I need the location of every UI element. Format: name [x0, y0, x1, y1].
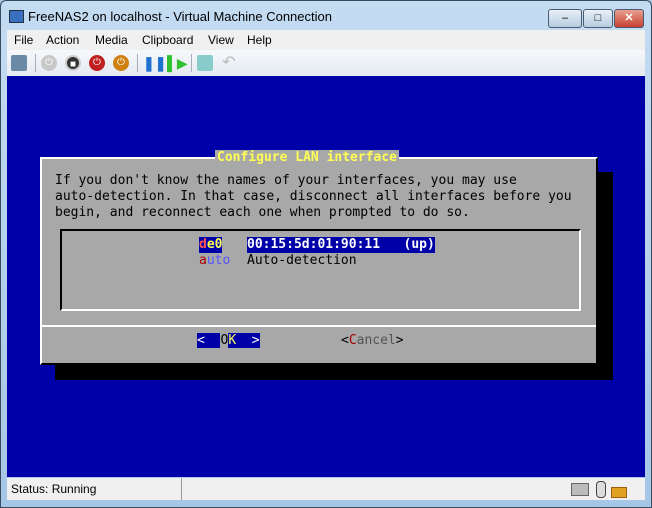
cancel-bracket: > [395, 333, 404, 348]
toolbar: ⏻ ■ ⏻ ⏻ ❚❚ ▌▶ ↶ [7, 50, 645, 76]
start-icon[interactable]: ⏻ [41, 55, 57, 71]
ctrl-alt-del-icon[interactable] [11, 55, 27, 71]
item-hotkey: a [199, 253, 207, 268]
dialog-message-line: begin, and reconnect each one when promp… [55, 205, 470, 220]
cancel-label: ancel [356, 333, 396, 348]
dialog-separator [42, 325, 596, 327]
revert-icon[interactable]: ↶ [221, 55, 237, 71]
list-item-de0-desc[interactable]: 00:15:5d:01:90:11 (up) [247, 237, 435, 253]
turn-off-icon[interactable]: ■ [65, 55, 81, 71]
menu-file[interactable]: File [14, 33, 33, 47]
status-text: Status: Running [11, 482, 97, 496]
toolbar-separator [35, 54, 36, 72]
ok-bracket: > [236, 333, 260, 348]
menu-help[interactable]: Help [247, 33, 272, 47]
menu-media[interactable]: Media [95, 33, 128, 47]
item-hotkey: d [199, 237, 207, 252]
interface-list: de0 00:15:5d:01:90:11 (up) auto Auto-det… [60, 229, 581, 311]
menu-view[interactable]: View [208, 33, 234, 47]
list-item-auto[interactable]: auto [199, 253, 230, 269]
list-item-auto-desc[interactable]: Auto-detection [247, 253, 357, 269]
item-tag: e0 [206, 237, 223, 252]
list-item-de0[interactable]: de0 [199, 237, 223, 253]
dialog-message-line: auto-detection. In that case, disconnect… [55, 189, 572, 204]
pause-icon[interactable]: ❚❚ [143, 55, 166, 71]
menu-clipboard[interactable]: Clipboard [142, 33, 193, 47]
keyboard-icon [571, 483, 589, 496]
dialog-title: Configure LAN interface [215, 150, 400, 166]
status-bar: Status: Running [7, 478, 645, 500]
close-button[interactable]: ✕ [614, 9, 644, 28]
menu-action[interactable]: Action [46, 33, 79, 47]
menu-bar: File Action Media Clipboard View Help [7, 30, 645, 50]
save-icon[interactable]: ⏻ [113, 55, 129, 71]
configure-lan-dialog: Configure LAN interface If you don't kno… [40, 150, 598, 365]
ok-bracket: < [197, 333, 221, 348]
ok-label: K [228, 333, 237, 348]
shut-down-icon[interactable]: ⏻ [89, 55, 105, 71]
toolbar-separator [137, 54, 138, 72]
mouse-icon [596, 481, 606, 498]
minimize-button[interactable]: – [548, 9, 582, 28]
vm-screen[interactable]: Configure LAN interface If you don't kno… [7, 76, 645, 477]
reset-icon[interactable]: ▌▶ [167, 55, 188, 71]
snapshot-icon[interactable] [197, 55, 213, 71]
status-divider [181, 478, 182, 500]
cancel-button[interactable]: <Cancel> [341, 333, 404, 349]
dialog-message-line: If you don't know the names of your inte… [55, 173, 517, 188]
item-tag: uto [206, 253, 231, 268]
cancel-hotkey: C [348, 333, 357, 348]
maximize-button[interactable]: □ [583, 9, 613, 28]
toolbar-separator [191, 54, 192, 72]
cancel-bracket: < [341, 333, 349, 348]
window-title: FreeNAS2 on localhost - Virtual Machine … [28, 9, 332, 24]
lock-icon [611, 487, 627, 498]
vm-connection-icon [9, 10, 24, 23]
ok-button[interactable]: < OK > [197, 333, 260, 349]
